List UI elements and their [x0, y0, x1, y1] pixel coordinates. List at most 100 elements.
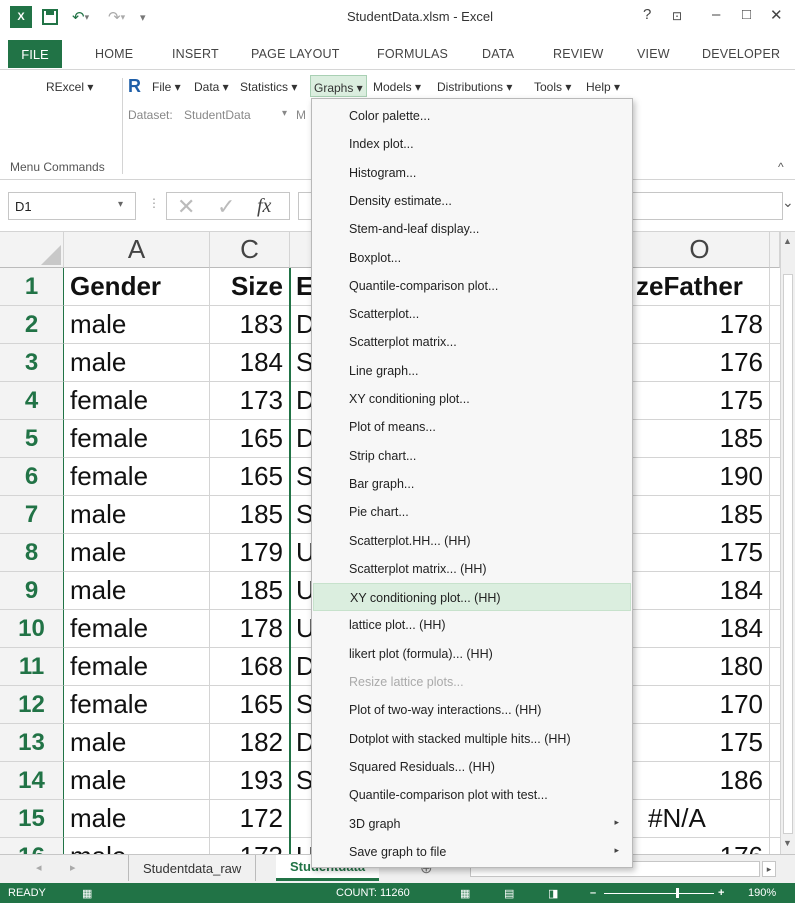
cell-size[interactable]: Size: [210, 268, 290, 306]
menu-item[interactable]: Plot of means...: [313, 413, 631, 441]
expand-formula-bar-icon[interactable]: ⌄: [782, 194, 794, 211]
cell-p[interactable]: [770, 306, 780, 344]
cell-p[interactable]: [770, 724, 780, 762]
cell-size-father[interactable]: 184: [630, 610, 770, 648]
row-header[interactable]: 10: [0, 610, 64, 648]
cell-size[interactable]: 182: [210, 724, 290, 762]
column-header-o[interactable]: O: [630, 232, 770, 268]
cell-gender[interactable]: female: [64, 420, 210, 458]
cell-gender[interactable]: male: [64, 306, 210, 344]
page-break-view-icon[interactable]: ◨: [548, 887, 558, 900]
excel-logo-icon[interactable]: X: [10, 6, 32, 28]
row-header[interactable]: 15: [0, 800, 64, 838]
cell-size-father[interactable]: 185: [630, 420, 770, 458]
cell-p[interactable]: [770, 800, 780, 838]
menu-item[interactable]: Squared Residuals... (HH): [313, 753, 631, 781]
cell-size[interactable]: 165: [210, 458, 290, 496]
scroll-thumb[interactable]: [783, 274, 793, 834]
dataset-value[interactable]: StudentData: [184, 108, 251, 122]
cell-p[interactable]: [770, 534, 780, 572]
cell-size[interactable]: 173: [210, 838, 290, 854]
row-header[interactable]: 14: [0, 762, 64, 800]
tab-data[interactable]: DATA: [482, 47, 514, 61]
cell-p[interactable]: [770, 610, 780, 648]
cell-size[interactable]: 183: [210, 306, 290, 344]
dataset-dropdown-icon[interactable]: ▾: [282, 108, 287, 119]
cell-size-father[interactable]: 184: [630, 572, 770, 610]
menu-item[interactable]: Line graph...: [313, 357, 631, 385]
cell-size[interactable]: 165: [210, 420, 290, 458]
zoom-out-button[interactable]: –: [590, 887, 596, 899]
menu-item[interactable]: Color palette...: [313, 102, 631, 130]
zoom-slider-thumb[interactable]: [676, 888, 679, 898]
menu-help[interactable]: Help ▾: [586, 80, 620, 94]
menu-item[interactable]: Bar graph...: [313, 470, 631, 498]
menu-item[interactable]: Scatterplot.HH... (HH): [313, 527, 631, 555]
cell-size-father[interactable]: 190: [630, 458, 770, 496]
normal-view-icon[interactable]: ▦: [460, 887, 470, 900]
row-header[interactable]: 2: [0, 306, 64, 344]
menu-item[interactable]: Quantile-comparison plot...: [313, 272, 631, 300]
tab-view[interactable]: VIEW: [637, 47, 670, 61]
ribbon-display-icon[interactable]: ⊡: [672, 9, 682, 23]
tab-home[interactable]: HOME: [95, 47, 133, 61]
insert-function-icon[interactable]: fx: [257, 195, 271, 218]
menu-item[interactable]: likert plot (formula)... (HH): [313, 640, 631, 668]
menu-item[interactable]: XY conditioning plot...: [313, 385, 631, 413]
cell-gender[interactable]: male: [64, 496, 210, 534]
cell-gender[interactable]: female: [64, 382, 210, 420]
cell-size-father[interactable]: 185: [630, 496, 770, 534]
menu-item[interactable]: Plot of two-way interactions... (HH): [313, 696, 631, 724]
menu-item[interactable]: Boxplot...: [313, 244, 631, 272]
menu-item[interactable]: Scatterplot matrix... (HH): [313, 555, 631, 583]
menu-item[interactable]: Stem-and-leaf display...: [313, 215, 631, 243]
cell-p[interactable]: [770, 686, 780, 724]
cell-gender[interactable]: female: [64, 458, 210, 496]
customize-toolbar-icon[interactable]: ▾: [140, 6, 146, 28]
column-header-c[interactable]: C: [210, 232, 290, 268]
row-header[interactable]: 11: [0, 648, 64, 686]
tab-review[interactable]: REVIEW: [553, 47, 604, 61]
cell-gender[interactable]: male: [64, 838, 210, 854]
row-header[interactable]: 4: [0, 382, 64, 420]
vertical-scrollbar[interactable]: ▲ ▼: [780, 232, 795, 854]
menu-item[interactable]: 3D graph ▸: [313, 810, 631, 838]
undo-icon[interactable]: ↶ ▾: [72, 6, 89, 28]
cell-gender[interactable]: female: [64, 610, 210, 648]
menu-item[interactable]: Histogram...: [313, 159, 631, 187]
cancel-icon[interactable]: ✕: [177, 194, 195, 220]
cell-size[interactable]: 172: [210, 800, 290, 838]
sheet-prev-icon[interactable]: ◂: [36, 861, 42, 874]
cell-p[interactable]: [770, 838, 780, 854]
cell-p[interactable]: [770, 762, 780, 800]
zoom-level[interactable]: 190%: [748, 887, 776, 899]
column-header-a[interactable]: A: [64, 232, 210, 268]
scroll-right-icon[interactable]: ▸: [762, 861, 776, 877]
cell-size[interactable]: 185: [210, 496, 290, 534]
menu-item[interactable]: XY conditioning plot... (HH): [313, 583, 631, 612]
cell-p[interactable]: [770, 648, 780, 686]
menu-models[interactable]: Models ▾: [373, 80, 421, 94]
redo-icon[interactable]: ↷ ▾: [108, 6, 125, 28]
menu-tools[interactable]: Tools ▾: [534, 80, 571, 94]
cell-p[interactable]: [770, 382, 780, 420]
menu-item[interactable]: Scatterplot matrix...: [313, 328, 631, 356]
zoom-in-button[interactable]: +: [718, 887, 724, 899]
cell-size[interactable]: 193: [210, 762, 290, 800]
zoom-slider[interactable]: [604, 893, 714, 894]
cell-p[interactable]: [770, 268, 780, 306]
cell-size-father[interactable]: 175: [630, 724, 770, 762]
column-header-p[interactable]: [770, 232, 780, 268]
cell-gender[interactable]: male: [64, 572, 210, 610]
enter-icon[interactable]: ✓: [217, 194, 235, 220]
sheet-next-icon[interactable]: ▸: [70, 861, 76, 874]
row-header[interactable]: 12: [0, 686, 64, 724]
menu-item[interactable]: Scatterplot...: [313, 300, 631, 328]
cell-gender[interactable]: male: [64, 800, 210, 838]
row-header[interactable]: 16: [0, 838, 64, 854]
sheet-tab-studentdata-raw[interactable]: Studentdata_raw: [128, 855, 257, 881]
row-header[interactable]: 5: [0, 420, 64, 458]
help-button[interactable]: ?: [643, 6, 651, 23]
row-header[interactable]: 3: [0, 344, 64, 382]
close-button[interactable]: ✕: [770, 6, 783, 24]
